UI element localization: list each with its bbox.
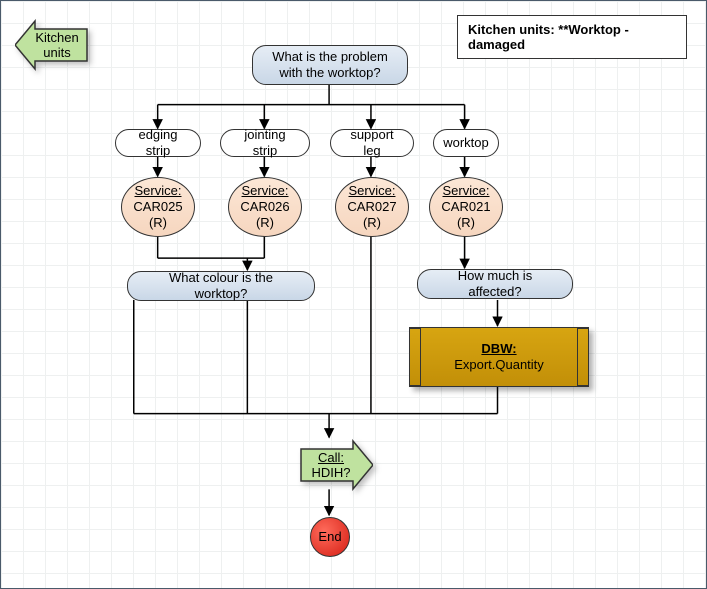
service-suffix: (R) [256,215,274,231]
option-support-label: support leg [341,127,403,160]
end-node: End [310,517,350,557]
option-support-leg[interactable]: support leg [330,129,414,157]
service-car025[interactable]: Service: CAR025 (R) [121,177,195,237]
question-amount-text: How much is affected? [432,268,558,301]
service-code: CAR025 [133,199,182,215]
service-car021[interactable]: Service: CAR021 (R) [429,177,503,237]
service-header: Service: [349,183,396,199]
service-header: Service: [242,183,289,199]
service-suffix: (R) [363,215,381,231]
option-worktop[interactable]: worktop [433,129,499,157]
question-main-text: What is the problem with the worktop? [267,49,393,82]
question-colour[interactable]: What colour is the worktop? [127,271,315,301]
service-suffix: (R) [457,215,475,231]
service-car027[interactable]: Service: CAR027 (R) [335,177,409,237]
diagram-canvas: Kitchen units: **Worktop - damaged Kitch… [0,0,707,589]
call-hdih[interactable]: Call: HDIH? [299,439,373,491]
option-worktop-label: worktop [443,135,489,151]
service-code: CAR026 [240,199,289,215]
call-header: Call: [318,450,344,465]
service-code: CAR021 [441,199,490,215]
back-arrow-label: Kitchen units [25,30,89,60]
service-code: CAR027 [347,199,396,215]
dbw-text: Export.Quantity [454,357,544,373]
option-jointing-label: jointing strip [231,127,299,160]
service-car026[interactable]: Service: CAR026 (R) [228,177,302,237]
option-jointing-strip[interactable]: jointing strip [220,129,310,157]
service-suffix: (R) [149,215,167,231]
dbw-export-quantity[interactable]: DBW: Export.Quantity [409,327,589,387]
call-text: HDIH? [311,465,350,480]
connectors [1,1,706,588]
option-edging-label: edging strip [126,127,190,160]
diagram-title-text: Kitchen units: **Worktop - damaged [468,22,629,52]
question-main[interactable]: What is the problem with the worktop? [252,45,408,85]
service-header: Service: [443,183,490,199]
end-label: End [318,529,341,545]
diagram-title: Kitchen units: **Worktop - damaged [457,15,687,59]
option-edging-strip[interactable]: edging strip [115,129,201,157]
question-colour-text: What colour is the worktop? [142,270,300,303]
service-header: Service: [135,183,182,199]
dbw-header: DBW: [481,341,516,357]
question-amount[interactable]: How much is affected? [417,269,573,299]
back-arrow-kitchen-units[interactable]: Kitchen units [15,19,89,71]
